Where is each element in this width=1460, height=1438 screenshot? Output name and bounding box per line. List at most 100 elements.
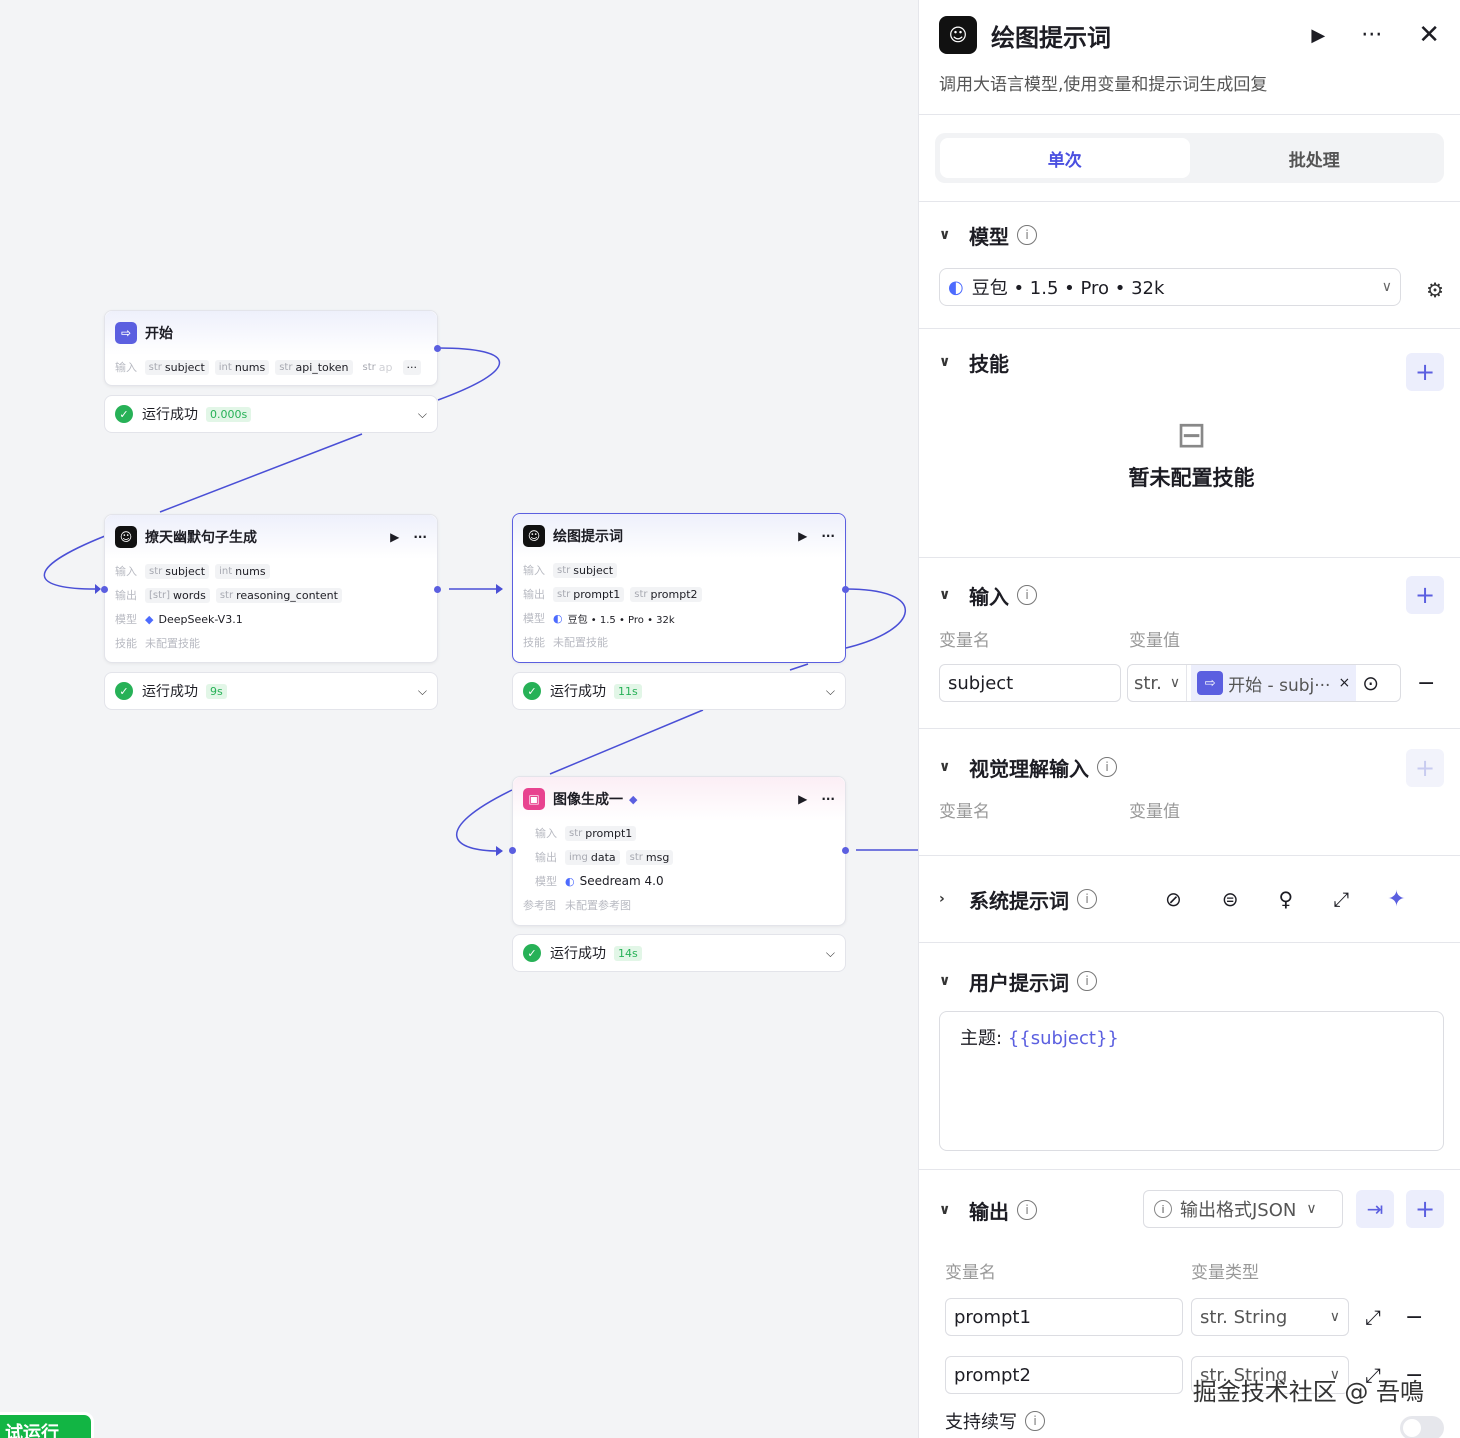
section-title: 视觉理解输入: [969, 756, 1089, 781]
play-icon[interactable]: ▶: [1311, 25, 1325, 46]
chevron-down-icon[interactable]: ∨: [939, 973, 969, 989]
input-port[interactable]: [509, 847, 516, 854]
node-start-status[interactable]: ✓ 运行成功 0.000s ⌵: [104, 395, 438, 433]
chevron-down-icon[interactable]: ⌵: [418, 684, 427, 699]
add-skill-button[interactable]: +: [1406, 353, 1444, 391]
play-icon[interactable]: ▶: [798, 529, 807, 543]
expand-icon[interactable]: ⤢: [1365, 1305, 1381, 1329]
chevron-down-icon[interactable]: ⌵: [826, 684, 835, 699]
node-start-header: ⇨ 开始: [105, 311, 437, 355]
arrow-image-in: [496, 846, 503, 856]
info-icon[interactable]: i: [1017, 585, 1037, 605]
expand-icon[interactable]: ⤢: [1333, 887, 1349, 911]
more-icon[interactable]: ···: [821, 529, 835, 543]
node-start[interactable]: ⇨ 开始 输入 str subject int nums str api_token …: [104, 310, 438, 386]
input-section: ∨ 输入 i + 变量名 变量值 subject str. ∨ ⇨ 开始 - su…: [919, 558, 1460, 728]
close-icon[interactable]: ✕: [1418, 20, 1440, 50]
var-tag: str reasoning_content: [215, 587, 342, 603]
input-port[interactable]: [101, 586, 108, 593]
output-name-input[interactable]: prompt1: [945, 1298, 1183, 1336]
output-format-select[interactable]: i 输出格式JSON ∨: [1143, 1190, 1343, 1228]
node-image[interactable]: ▣ 图像生成一 ◆ ▶ ··· 输入 str prompt1 输出 img data…: [512, 776, 846, 926]
section-header[interactable]: ∨ 技能: [939, 329, 1444, 395]
section-header[interactable]: ∨ 模型 i: [939, 202, 1444, 268]
output-port[interactable]: [434, 345, 441, 352]
lightbulb-icon[interactable]: ♀: [1279, 887, 1294, 911]
more-icon[interactable]: ···: [821, 792, 835, 806]
output-type-select[interactable]: str. String ∨: [1191, 1298, 1349, 1336]
info-icon[interactable]: i: [1017, 1200, 1037, 1220]
add-input-button[interactable]: +: [1406, 576, 1444, 614]
node-joke-status[interactable]: ✓ 运行成功 9s ⌵: [104, 672, 438, 710]
import-icon[interactable]: ⇥: [1356, 1190, 1394, 1228]
info-icon[interactable]: i: [1077, 889, 1097, 909]
node-prompt[interactable]: ☺ 绘图提示词 ▶ ··· 输入 str subject 输出 str prompt…: [512, 513, 846, 663]
col-name: 变量名: [945, 1262, 996, 1283]
skill-label: 技能: [523, 636, 545, 649]
info-icon[interactable]: i: [1025, 1411, 1045, 1431]
play-icon[interactable]: ▶: [390, 530, 399, 544]
output-port[interactable]: [434, 586, 441, 593]
chevron-down-icon[interactable]: ⌵: [826, 946, 835, 961]
section-header[interactable]: › 系统提示词 i ⊘ ⊜ ♀ ⤢ ✦: [939, 856, 1444, 942]
play-icon[interactable]: ▶: [798, 792, 807, 806]
output-label: 输出: [115, 589, 137, 602]
output-name-input[interactable]: prompt2: [945, 1356, 1183, 1394]
node-prompt-status[interactable]: ✓ 运行成功 11s ⌵: [512, 672, 846, 710]
info-icon[interactable]: i: [1097, 757, 1117, 777]
user-prompt-editor[interactable]: 主题: {{subject}}: [939, 1011, 1444, 1151]
settings-icon[interactable]: ⚙: [1426, 278, 1444, 302]
arrow-prompt-in: [496, 584, 503, 594]
seedream-icon: ◐: [565, 874, 575, 888]
node-image-status[interactable]: ✓ 运行成功 14s ⌵: [512, 934, 846, 972]
node-joke[interactable]: ☺ 撩天幽默句子生成 ▶ ··· 输入 str subject int nums 输…: [104, 514, 438, 663]
variable-picker-icon[interactable]: ⊙: [1362, 671, 1379, 695]
output-port[interactable]: [842, 586, 849, 593]
var-tag: str prompt2: [630, 586, 702, 602]
variable-value-field[interactable]: str. ∨ ⇨ 开始 - subj··· × ⊙: [1127, 664, 1401, 702]
node-start-title: 开始: [145, 326, 173, 342]
chevron-down-icon[interactable]: ∨: [939, 1202, 969, 1218]
chevron-down-icon[interactable]: ∨: [939, 587, 969, 603]
info-icon[interactable]: i: [1017, 225, 1037, 245]
ai-sparkle-icon[interactable]: ✦: [1387, 887, 1405, 912]
test-run-button[interactable]: 试运行: [0, 1412, 94, 1438]
add-output-button[interactable]: +: [1406, 1190, 1444, 1228]
more-vars-button[interactable]: ···: [402, 359, 421, 375]
var-tag: str subject: [144, 359, 209, 375]
prompt-text: 主题:: [960, 1028, 1003, 1049]
chevron-down-icon[interactable]: ∨: [939, 759, 969, 775]
type-select[interactable]: str. ∨: [1128, 665, 1188, 701]
var-tag: str prompt1: [565, 825, 637, 841]
info-icon[interactable]: i: [1077, 971, 1097, 991]
var-tag: str msg: [625, 849, 674, 865]
chevron-right-icon[interactable]: ›: [939, 891, 969, 907]
close-icon[interactable]: ×: [1338, 675, 1350, 691]
skill-section: ∨ 技能 + ⊟ 暂未配置技能: [919, 329, 1460, 557]
chevron-down-icon[interactable]: ∨: [939, 227, 969, 243]
tab-single[interactable]: 单次: [940, 138, 1190, 178]
chevron-down-icon[interactable]: ∨: [939, 354, 969, 370]
model-select[interactable]: ◐ 豆包 • 1.5 • Pro • 32k ∨: [939, 268, 1401, 306]
tab-batch[interactable]: 批处理: [1190, 138, 1440, 178]
remove-row-icon[interactable]: −: [1417, 671, 1435, 696]
prompt-variable: {{subject}}: [1007, 1028, 1119, 1049]
system-prompt-section: › 系统提示词 i ⊘ ⊜ ♀ ⤢ ✦: [919, 856, 1460, 942]
library-icon[interactable]: ⊜: [1222, 887, 1239, 911]
section-header[interactable]: ∨ 用户提示词 i: [939, 943, 1444, 1019]
node-image-ref: 参考图 未配置参考图: [513, 893, 845, 917]
variable-name-input[interactable]: subject: [939, 664, 1121, 702]
chevron-down-icon[interactable]: ⌵: [418, 407, 427, 422]
skill-label: 技能: [115, 637, 137, 650]
status-text: 运行成功: [550, 946, 606, 962]
more-icon[interactable]: ···: [413, 530, 427, 544]
stream-toggle[interactable]: [1400, 1416, 1444, 1438]
compass-icon[interactable]: ⊘: [1165, 887, 1182, 911]
workflow-canvas[interactable]: ⇨ 开始 输入 str subject int nums str api_token …: [0, 0, 918, 1438]
input-label: 输入: [523, 564, 545, 577]
remove-row-icon[interactable]: −: [1405, 1305, 1423, 1330]
output-port[interactable]: [842, 847, 849, 854]
add-vision-button[interactable]: +: [1406, 749, 1444, 787]
node-joke-title: 撩天幽默句子生成: [145, 530, 257, 546]
more-icon[interactable]: ···: [1361, 23, 1382, 48]
